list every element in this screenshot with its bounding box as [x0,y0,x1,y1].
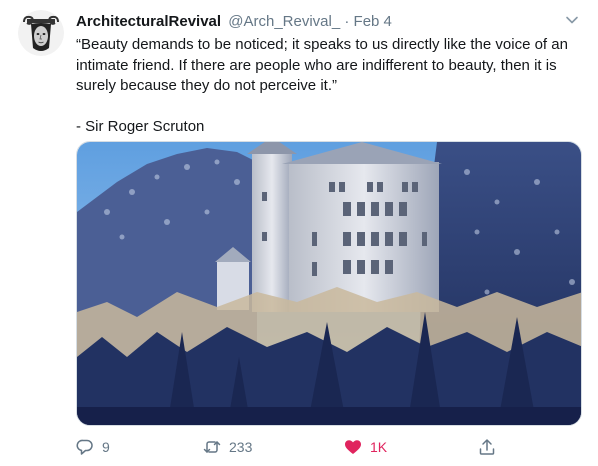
reply-count: 9 [102,439,110,455]
tweet-media-photo[interactable] [76,141,582,426]
reply-icon [76,439,93,455]
heart-icon [345,440,361,454]
tweet-quote: “Beauty demands to be noticed; it speaks… [76,36,568,94]
author-name[interactable]: ArchitecturalRevival [76,13,221,30]
tweet: ArchitecturalRevival @Arch_Revival_ · Fe… [0,0,598,466]
more-options-button[interactable] [564,12,580,28]
tweet-text: “Beauty demands to be noticed; it speaks… [76,35,581,137]
retweet-count: 233 [229,439,253,455]
profile-avatar-icon [18,10,64,56]
share-icon [479,439,495,455]
castle-photo-image [77,142,581,425]
retweet-button[interactable]: 233 [203,436,252,458]
tweet-header: ArchitecturalRevival @Arch_Revival_ · Fe… [76,12,578,32]
like-button[interactable]: 1K [344,436,387,458]
reply-button[interactable]: 9 [76,436,110,458]
chevron-down-icon [566,16,578,24]
author-handle[interactable]: @Arch_Revival_ [228,13,340,30]
tweet-attribution: - Sir Roger Scruton [76,117,205,135]
avatar[interactable] [18,10,64,56]
like-count: 1K [370,439,388,455]
separator-dot: · [344,13,350,30]
tweet-date[interactable]: Feb 4 [354,13,392,30]
share-button[interactable] [478,436,504,458]
tweet-actions: 9 233 1K [76,436,582,458]
retweet-icon [203,441,221,453]
